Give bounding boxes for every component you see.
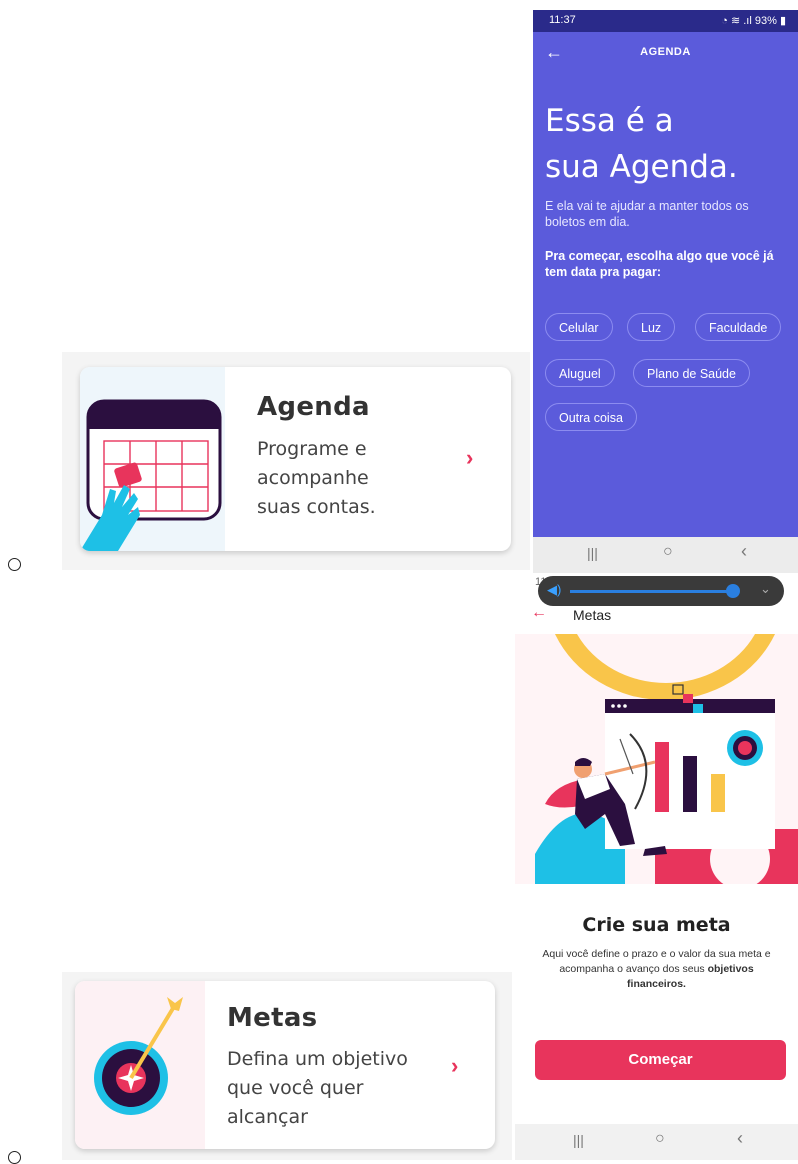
nav-back-button[interactable]: ‹ bbox=[741, 541, 747, 562]
list-bullet-agenda bbox=[8, 558, 21, 571]
metas-card-illustration bbox=[75, 981, 205, 1149]
metas-desc-line-3: alcançar bbox=[227, 1106, 308, 1128]
status-bar: 11:37 ◔ ≋ .ıl 93% ▮ bbox=[533, 10, 798, 32]
subtitle: E ela vai te ajudar a manter todos os bo… bbox=[545, 199, 749, 229]
prompt-text: Pra começar, escolha algo que você já te… bbox=[545, 249, 774, 279]
agenda-desc-line-3: suas contas. bbox=[257, 496, 376, 518]
chip-aluguel[interactable]: Aluguel bbox=[545, 359, 615, 387]
volume-slider[interactable]: ◀) ⌄ bbox=[538, 576, 784, 606]
chip-outra-coisa[interactable]: Outra coisa bbox=[545, 403, 637, 431]
calendar-icon bbox=[80, 399, 222, 551]
recent-apps-button[interactable]: ||| bbox=[587, 545, 598, 561]
wifi-icon: ◔ ≋ .ıl bbox=[721, 15, 755, 27]
headline-line-2: sua Agenda. bbox=[545, 149, 738, 185]
android-nav-bar: ||| ○ ‹ bbox=[515, 1124, 798, 1160]
metas-phone-screen: 11:37 ◀) ⌄ ← Metas bbox=[515, 574, 798, 1160]
metas-illustration bbox=[515, 634, 798, 884]
agenda-desc-line-1: Programe e bbox=[257, 438, 367, 460]
headline: Essa é a sua Agenda. bbox=[545, 98, 790, 190]
chevron-right-icon[interactable]: › bbox=[466, 445, 473, 471]
volume-track bbox=[570, 590, 730, 593]
metas-card[interactable]: Metas Defina um objetivo que você quer a… bbox=[75, 981, 495, 1149]
metas-card-title: Metas bbox=[227, 1003, 318, 1033]
target-icon bbox=[94, 997, 183, 1115]
back-arrow-icon[interactable]: ← bbox=[531, 604, 547, 622]
metas-card-description: Defina um objetivo que você quer alcança… bbox=[227, 1045, 408, 1132]
chip-faculdade[interactable]: Faculdade bbox=[695, 313, 782, 341]
metas-desc-line-1: Defina um objetivo bbox=[227, 1048, 408, 1070]
battery-icon: ▮ bbox=[776, 15, 786, 27]
speaker-icon: ◀) bbox=[547, 582, 562, 597]
list-bullet-metas bbox=[8, 1151, 21, 1164]
volume-thumb[interactable] bbox=[726, 584, 740, 598]
section-heading: Crie sua meta bbox=[582, 914, 731, 936]
section-description: Aqui você define o prazo e o valor da su… bbox=[531, 947, 782, 992]
chip-celular[interactable]: Celular bbox=[545, 313, 613, 341]
agenda-phone-screen: 11:37 ◔ ≋ .ıl 93% ▮ ← AGENDA Essa é a su… bbox=[533, 10, 798, 573]
chip-plano-de-saude[interactable]: Plano de Saúde bbox=[633, 359, 750, 387]
agenda-desc-line-2: acompanhe bbox=[257, 467, 369, 489]
android-nav-bar: ||| ○ ‹ bbox=[533, 537, 798, 573]
chip-luz[interactable]: Luz bbox=[627, 313, 676, 341]
chevron-down-icon[interactable]: ⌄ bbox=[760, 581, 771, 597]
agenda-card-illustration bbox=[80, 367, 225, 551]
agenda-card-description: Programe e acompanhe suas contas. bbox=[257, 435, 376, 522]
nav-back-button[interactable]: ‹ bbox=[737, 1128, 743, 1149]
home-button[interactable]: ○ bbox=[655, 1130, 665, 1148]
chevron-right-icon[interactable]: › bbox=[451, 1053, 458, 1079]
comecar-button[interactable]: Começar bbox=[535, 1040, 786, 1080]
header-title: AGENDA bbox=[640, 46, 691, 58]
status-time: 11:37 bbox=[549, 14, 576, 26]
page-title: Metas bbox=[573, 607, 612, 623]
home-button[interactable]: ○ bbox=[663, 543, 673, 561]
recent-apps-button[interactable]: ||| bbox=[573, 1132, 584, 1148]
metas-desc-line-2: que você quer bbox=[227, 1077, 364, 1099]
agenda-card[interactable]: Agenda Programe e acompanhe suas contas.… bbox=[80, 367, 511, 551]
headline-line-1: Essa é a bbox=[545, 103, 674, 139]
status-battery: ◔ ≋ .ıl 93% ▮ bbox=[721, 15, 786, 27]
agenda-card-title: Agenda bbox=[257, 392, 370, 422]
